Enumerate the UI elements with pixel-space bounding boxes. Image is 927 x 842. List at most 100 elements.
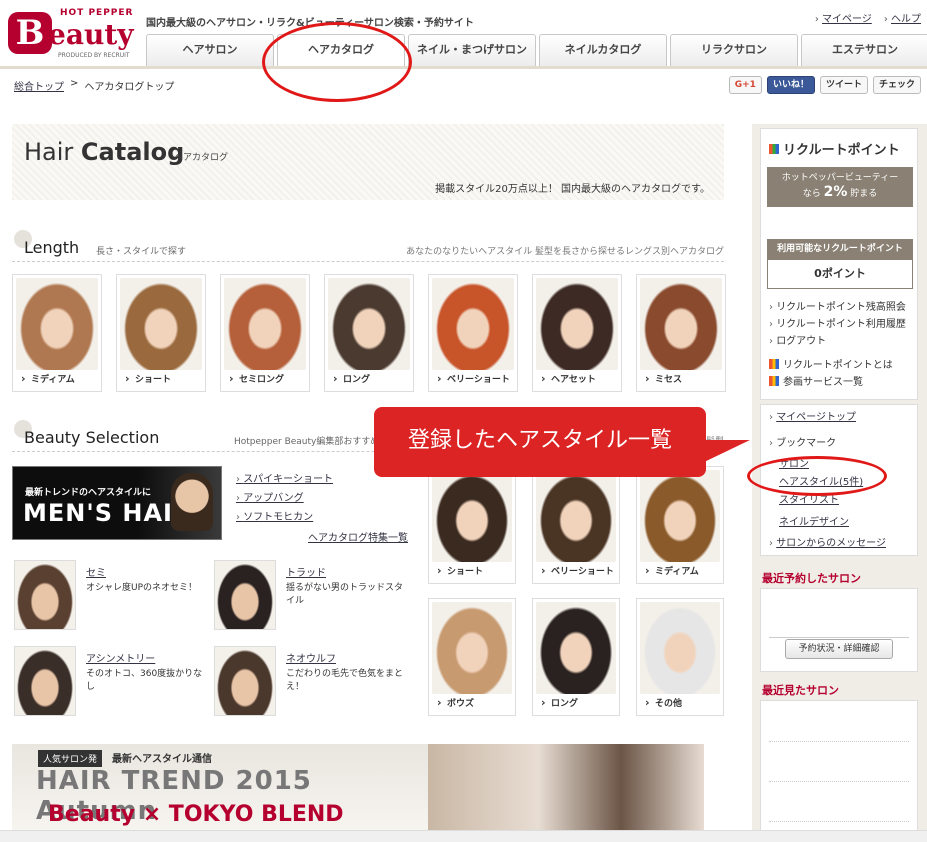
men-thumb-3[interactable]: ミディアム (636, 466, 724, 584)
beauty-title: Beauty Selection (24, 428, 160, 447)
tab-nail-salon[interactable]: ネイル・まつげサロン (408, 34, 536, 66)
rp-balance-link[interactable]: リクルートポイント残高照会 (769, 299, 906, 316)
men-thumb-2[interactable]: ベリーショート (532, 466, 620, 584)
link-soft-mohican[interactable]: ソフトモヒカン (236, 508, 333, 523)
length-thumb-4[interactable]: ロング (324, 274, 414, 392)
thumb-label: ショート (121, 372, 203, 387)
person-style-link[interactable]: アシンメトリー (86, 650, 155, 665)
hairstyle-photo (120, 278, 202, 370)
hair-catalog-hero: Hair Catalog ヘアカタログ 掲載スタイル20万点以上！ 国内最大級の… (12, 124, 724, 200)
feature-list-link[interactable]: ヘアカタログ特集一覧 (308, 529, 408, 544)
thumb-label: ベリーショート (433, 372, 515, 387)
horizontal-scrollbar[interactable] (0, 830, 927, 842)
logout-link[interactable]: ログアウト (769, 333, 906, 350)
logo-word: eauty (48, 18, 134, 51)
point-promo[interactable]: ホットペッパービューティー なら 2% 貯まる (767, 167, 913, 207)
check-button[interactable]: チェック (872, 76, 921, 94)
mens-hair-banner[interactable]: 最新トレンドのヘアスタイルに MEN'S HAIR (12, 466, 222, 540)
length-thumb-3[interactable]: セミロング (220, 274, 310, 392)
hairstyle-photo (432, 278, 514, 370)
bookmark-label: ブックマーク (769, 435, 836, 452)
length-section-header: Length 長さ・スタイルで探す あなたのなりたいヘアスタイル 髪型を長さから… (12, 230, 724, 262)
length-thumb-1[interactable]: ミディアム (12, 274, 102, 392)
hero-title: Hair Catalog (24, 138, 185, 166)
gplus-button[interactable]: G+1 (728, 76, 762, 94)
breadcrumb-current: ヘアカタログトップ (84, 82, 175, 93)
person-photo[interactable] (14, 646, 76, 716)
divider (769, 741, 909, 742)
banner-model-photo (171, 473, 213, 531)
length-thumb-5[interactable]: ベリーショート (428, 274, 518, 392)
tab-nail-catalog[interactable]: ネイルカタログ (539, 34, 667, 66)
rp-small-icon (769, 376, 779, 386)
recent-reserved-box: 予約状況・詳細確認 (760, 588, 918, 672)
highlight-oval-tab (262, 22, 412, 102)
person-style-link[interactable]: ネオウルフ (286, 650, 336, 665)
social-buttons: G+1 いいね！ ツイート チェック (728, 76, 921, 94)
hair-trend-banner[interactable]: 人気サロン発 最新ヘアスタイル通信 HAIR TREND 2015 Autumn… (12, 744, 704, 834)
length-thumb-6[interactable]: ヘアセット (532, 274, 622, 392)
tab-relax-salon[interactable]: リラクサロン (670, 34, 798, 66)
points-value: 0ポイント (767, 259, 913, 289)
top-links: › マイページ › ヘルプ (815, 10, 921, 25)
men-thumb-6[interactable]: その他 (636, 598, 724, 716)
site-logo[interactable]: HOT PEPPER B eauty PRODUCED BY RECRUIT (8, 8, 136, 60)
link-spiky-short[interactable]: スパイキーショート (236, 470, 333, 485)
highlight-oval-hairstyle (747, 456, 887, 496)
trend-banner-photo (428, 744, 704, 834)
tweet-button[interactable]: ツイート (819, 76, 868, 94)
hairstyle-photo (536, 602, 616, 694)
person-style-desc: オシャレ度UPのネオセミ！ (86, 583, 198, 593)
hairstyle-photo (640, 602, 720, 694)
trend-headline: 最新ヘアスタイル通信 (112, 754, 212, 765)
recent-viewed-box (760, 700, 918, 836)
mypage-links: マイページトップ (769, 409, 856, 426)
breadcrumb: 総合トップ > ヘアカタログトップ (14, 78, 174, 93)
thumb-label: ヘアセット (537, 372, 619, 387)
bookmark-nail-link[interactable]: ネイルデザイン (779, 513, 849, 528)
men-thumb-1[interactable]: ショート (428, 466, 516, 584)
mypage-top-link[interactable]: マイページトップ (769, 409, 856, 426)
salon-message-group: サロンからのメッセージ (769, 535, 886, 552)
hairstyle-photo (16, 278, 98, 370)
beauty-link-list: スパイキーショート アップバング ソフトモヒカン (236, 470, 333, 527)
rp-info-links: リクルートポイントとは 参画サービス一覧 (769, 357, 893, 391)
person-photo[interactable] (214, 646, 276, 716)
tab-hair-salon[interactable]: ヘアサロン (146, 34, 274, 66)
facebook-like-button[interactable]: いいね！ (766, 76, 815, 94)
reservation-status-button[interactable]: 予約状況・詳細確認 (785, 639, 893, 659)
beauty-subtitle: Hotpepper Beauty編集部おすすめ (234, 437, 380, 447)
thumb-label: ロング (537, 696, 617, 711)
points-header: 利用可能なリクルートポイント (767, 239, 913, 259)
link-up-bang[interactable]: アップバング (236, 489, 333, 504)
rp-history-link[interactable]: リクルートポイント利用履歴 (769, 316, 906, 333)
men-thumb-4[interactable]: ボウズ (428, 598, 516, 716)
hairstyle-photo (640, 470, 720, 562)
salon-message-link[interactable]: サロンからのメッセージ (769, 535, 886, 552)
hairstyle-photo (536, 278, 618, 370)
thumb-label: ボウズ (433, 696, 513, 711)
person-photo[interactable] (214, 560, 276, 630)
rp-about-link[interactable]: リクルートポイントとは (769, 357, 893, 374)
length-thumb-7[interactable]: ミセス (636, 274, 726, 392)
callout-tail (700, 440, 750, 464)
breadcrumb-home[interactable]: 総合トップ (14, 78, 64, 93)
divider (769, 637, 909, 638)
tab-esthe-salon[interactable]: エステサロン (801, 34, 927, 66)
recruit-point-box: リクルートポイント ホットペッパービューティー なら 2% 貯まる 利用可能なリ… (760, 128, 918, 400)
person-photo[interactable] (14, 560, 76, 630)
mypage-link[interactable]: › マイページ (815, 10, 872, 25)
men-thumb-5[interactable]: ロング (532, 598, 620, 716)
rp-services-link[interactable]: 参画サービス一覧 (769, 374, 893, 391)
length-thumb-2[interactable]: ショート (116, 274, 206, 392)
help-link[interactable]: › ヘルプ (884, 10, 921, 25)
logo-produced-by: PRODUCED BY RECRUIT (58, 52, 130, 59)
length-title: Length (24, 238, 80, 257)
annotation-callout: 登録したヘアスタイル一覧 (374, 407, 706, 477)
thumb-label: ミディアム (17, 372, 99, 387)
logo-mark: B (8, 12, 52, 54)
hairstyle-photo (640, 278, 722, 370)
person-style-link[interactable]: トラッド (286, 564, 326, 579)
banner-line1: 最新トレンドのヘアスタイルに (25, 488, 152, 498)
person-style-link[interactable]: セミ (86, 564, 106, 579)
